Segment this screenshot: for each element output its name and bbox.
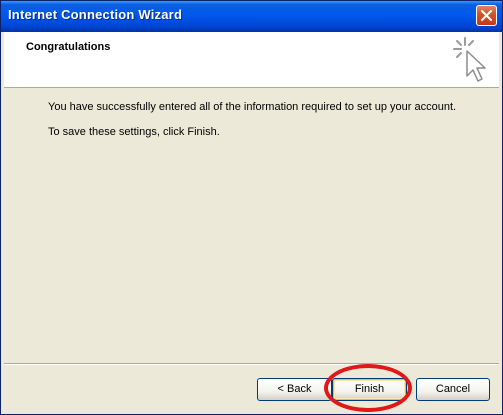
title-bar[interactable]: Internet Connection Wizard xyxy=(1,1,502,32)
wizard-header: Congratulations xyxy=(4,32,499,88)
close-button[interactable] xyxy=(476,5,497,26)
close-icon xyxy=(481,10,492,21)
wizard-window: Internet Connection Wizard Congratulatio… xyxy=(0,0,503,415)
back-button[interactable]: < Back xyxy=(257,378,332,401)
cancel-button[interactable]: Cancel xyxy=(416,378,490,401)
finish-button[interactable]: Finish xyxy=(332,378,407,401)
instruction-message: To save these settings, click Finish. xyxy=(48,126,220,138)
success-message: You have successfully entered all of the… xyxy=(48,101,457,113)
page-title: Congratulations xyxy=(26,41,111,53)
window-title: Internet Connection Wizard xyxy=(8,7,183,22)
wizard-body: You have successfully entered all of the… xyxy=(4,88,499,363)
wizard-cursor-sparkle-icon xyxy=(453,37,486,82)
button-divider xyxy=(4,363,499,365)
